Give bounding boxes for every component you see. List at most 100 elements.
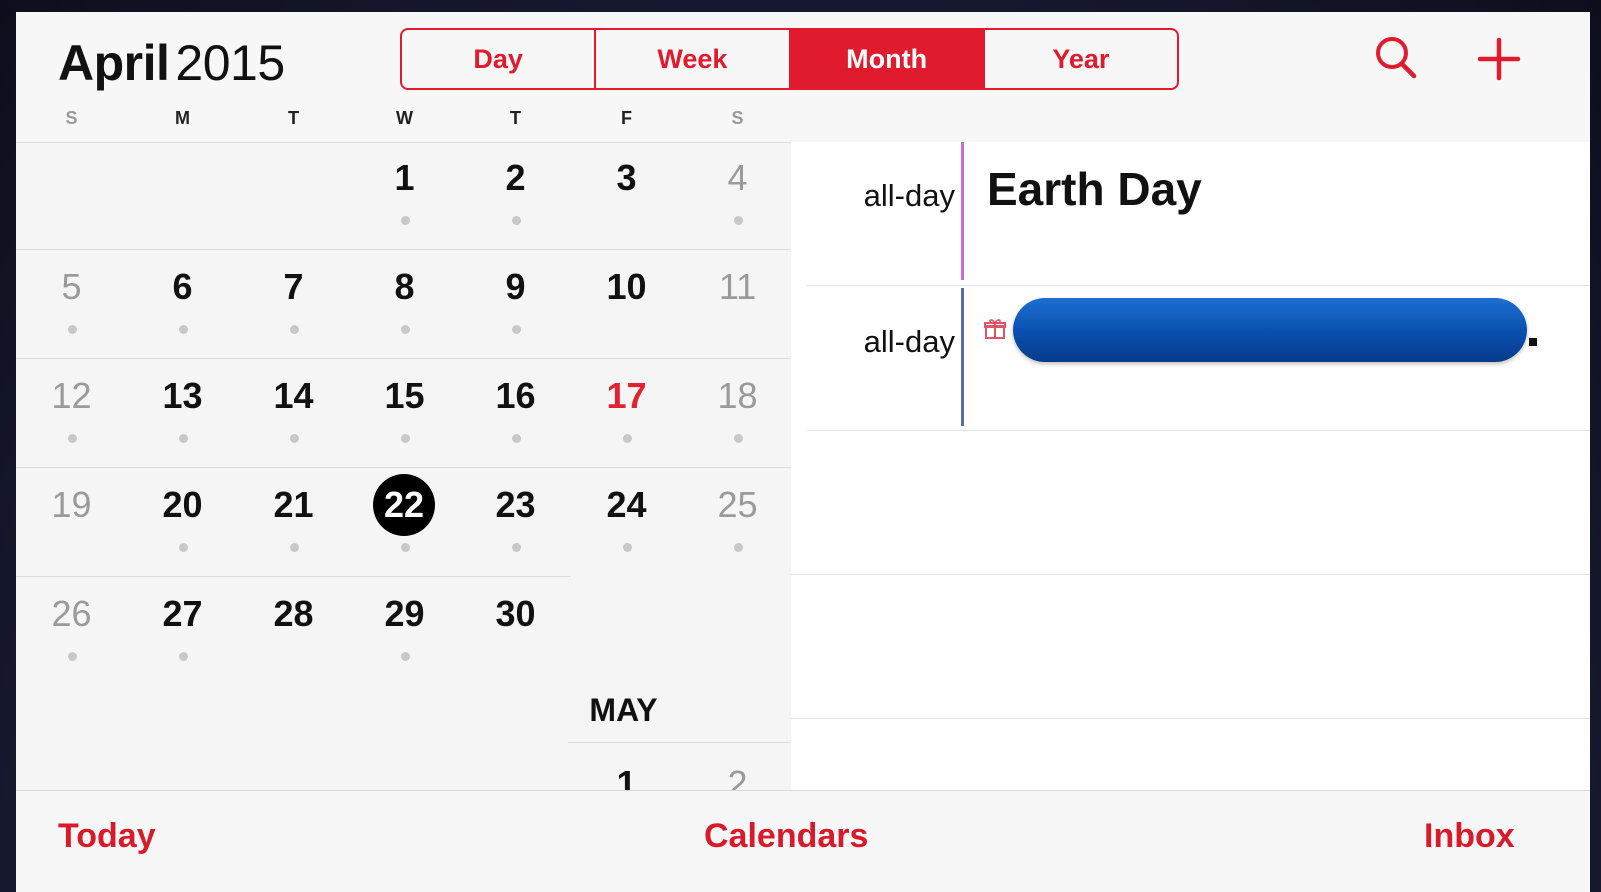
calendar-day-today[interactable]: 17 [571, 360, 682, 469]
event-row[interactable]: all-day [791, 288, 1590, 433]
event-dot [400, 652, 410, 661]
day-number: 16 [495, 375, 536, 416]
calendar-day[interactable]: 24 [571, 469, 682, 578]
calendar-day[interactable]: 21 [238, 469, 349, 578]
weekday-header: S M T W T F S [16, 108, 796, 138]
calendars-button[interactable]: Calendars [704, 817, 868, 856]
event-dot [178, 652, 188, 661]
redaction-edge [1529, 338, 1537, 346]
weekday-sat: S [731, 108, 744, 128]
day-number: 1 [394, 157, 415, 198]
calendar-day[interactable]: 20 [127, 469, 238, 578]
event-dot [178, 434, 188, 443]
calendar-color-bar [961, 288, 964, 426]
calendar-day[interactable]: 19 [16, 469, 127, 578]
weekday-mon: M [175, 108, 190, 128]
event-dot [178, 543, 188, 552]
day-number: 24 [606, 484, 647, 525]
calendar-day-selected[interactable]: 22 [349, 469, 460, 578]
event-dot [733, 434, 743, 443]
day-number: 25 [717, 484, 758, 525]
segment-year[interactable]: Year [985, 30, 1177, 88]
event-dot [67, 325, 77, 334]
day-number: 29 [384, 593, 425, 634]
event-divider [791, 718, 1590, 719]
event-dot [289, 325, 299, 334]
view-segmented-control: Day Week Month Year [400, 28, 1179, 90]
day-number: 15 [384, 375, 425, 416]
weekday-tue: T [288, 108, 299, 128]
day-number: 3 [616, 157, 637, 198]
calendar-day[interactable]: 23 [460, 469, 571, 578]
event-divider [807, 430, 1590, 431]
calendar-day[interactable]: 27 [127, 578, 238, 687]
day-number: 30 [495, 593, 536, 634]
event-dot [511, 325, 521, 334]
calendar-day[interactable]: 5 [16, 251, 127, 360]
event-dot [178, 325, 188, 334]
calendar-day[interactable]: 4 [682, 142, 793, 251]
month-title: April 2015 [58, 34, 285, 92]
event-dot [67, 434, 77, 443]
day-number: 22 [373, 474, 435, 536]
calendar-day[interactable]: 25 [682, 469, 793, 578]
event-list: all-day Earth Day all-day [791, 142, 1590, 790]
day-number: 6 [172, 266, 193, 307]
calendar-day[interactable]: 16 [460, 360, 571, 469]
calendar-day[interactable]: 1 [349, 142, 460, 251]
grid-divider [568, 742, 791, 743]
calendar-day[interactable]: 18 [682, 360, 793, 469]
calendar-day[interactable]: 11 [682, 251, 793, 360]
day-number: 27 [162, 593, 203, 634]
event-divider [807, 285, 1590, 286]
segment-week[interactable]: Week [596, 30, 791, 88]
segment-day[interactable]: Day [402, 30, 597, 88]
weekday-sun: S [65, 108, 78, 128]
header: April2015 Day Week Month Year S M T W T [16, 12, 1590, 142]
next-month-label: MAY [589, 692, 658, 728]
calendar-day[interactable]: 7 [238, 251, 349, 360]
weekday-fri: F [621, 108, 632, 128]
event-dot [400, 216, 410, 225]
calendar-day[interactable]: 30 [460, 578, 571, 687]
calendar-day[interactable]: 9 [460, 251, 571, 360]
event-dot [289, 434, 299, 443]
event-dot [733, 216, 743, 225]
day-number: 28 [273, 593, 314, 634]
event-dot [622, 434, 632, 443]
day-number: 2 [505, 157, 526, 198]
event-title: Earth Day [987, 163, 1202, 215]
redaction-overlay [1013, 298, 1527, 362]
calendar-day[interactable]: 8 [349, 251, 460, 360]
tab-bar: Today Calendars Inbox [16, 790, 1590, 892]
day-number: 11 [718, 266, 757, 307]
event-row[interactable]: all-day Earth Day [791, 142, 1590, 287]
calendar-day[interactable]: 13 [127, 360, 238, 469]
today-button[interactable]: Today [58, 817, 156, 856]
search-icon[interactable] [1372, 34, 1422, 84]
day-number: 12 [51, 375, 92, 416]
day-number: 14 [273, 375, 314, 416]
day-number: 4 [727, 157, 748, 198]
calendar-day[interactable]: 2 [460, 142, 571, 251]
add-icon[interactable] [1474, 34, 1524, 84]
day-number: 8 [394, 266, 415, 307]
calendar-day[interactable]: 14 [238, 360, 349, 469]
calendar-day[interactable]: 15 [349, 360, 460, 469]
calendar-day[interactable]: 3 [571, 142, 682, 251]
calendar-day[interactable]: 26 [16, 578, 127, 687]
event-dot [511, 543, 521, 552]
calendar-day[interactable]: 10 [571, 251, 682, 360]
day-number: 20 [162, 484, 203, 525]
calendar-day[interactable]: 29 [349, 578, 460, 687]
day-number: 26 [51, 593, 92, 634]
weekday-thu: T [510, 108, 521, 128]
segment-month[interactable]: Month [790, 30, 985, 88]
calendar-day[interactable]: 28 [238, 578, 349, 687]
calendar-day[interactable]: 12 [16, 360, 127, 469]
inbox-button[interactable]: Inbox [1424, 817, 1515, 856]
event-dot [511, 216, 521, 225]
day-number: 9 [505, 266, 526, 307]
day-number: 13 [162, 375, 203, 416]
calendar-day[interactable]: 6 [127, 251, 238, 360]
